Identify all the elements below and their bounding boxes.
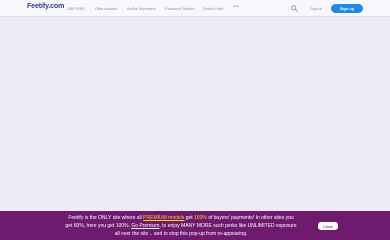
nav-item-select-paid[interactable]: Select Paid — [203, 6, 223, 11]
promo-text: get 60%, here you get 100%. — [65, 223, 132, 229]
promo-line-2: get 60%, here you get 100%. Go Premium, … — [46, 222, 316, 230]
sign-in-link[interactable]: Sign in — [310, 6, 322, 11]
nav-item-featured-sellers[interactable]: Featured Sellers — [165, 6, 194, 11]
site-logo[interactable]: Feetify.com — [27, 3, 64, 10]
sign-up-button[interactable]: Sign up — [331, 4, 363, 13]
nav-item-active-members[interactable]: Active Members — [127, 6, 156, 11]
premium-models-link[interactable]: PREMIUM models — [143, 215, 184, 221]
top-navigation-bar: Feetify.com Gift FREE Gifts Awards Activ… — [0, 0, 390, 17]
more-options-icon[interactable]: ••• — [233, 4, 239, 10]
promo-line-1: Feetify is the ONLY site where all PREMI… — [46, 214, 316, 222]
nav-item-gifts-awards[interactable]: Gifts Awards — [95, 6, 117, 11]
search-icon[interactable] — [291, 5, 298, 12]
promo-text: of buyers' payments! In other sites you — [206, 215, 294, 221]
promo-text: Feetify is the ONLY site where all — [68, 215, 144, 221]
promo-text: get — [184, 215, 195, 221]
promo-text: , to enjoy MANY MORE such perks like UNL… — [159, 223, 297, 229]
percentage-highlight: 100% — [194, 215, 207, 221]
go-premium-link[interactable]: Go Premium — [131, 223, 159, 229]
close-button[interactable]: Close — [318, 222, 338, 230]
promo-message: Feetify is the ONLY site where all PREMI… — [46, 214, 316, 238]
promo-line-3: all over the site .. and to stop this po… — [114, 231, 248, 237]
main-content-area — [0, 17, 390, 211]
nav-item-gift-free[interactable]: Gift FREE — [67, 6, 85, 11]
